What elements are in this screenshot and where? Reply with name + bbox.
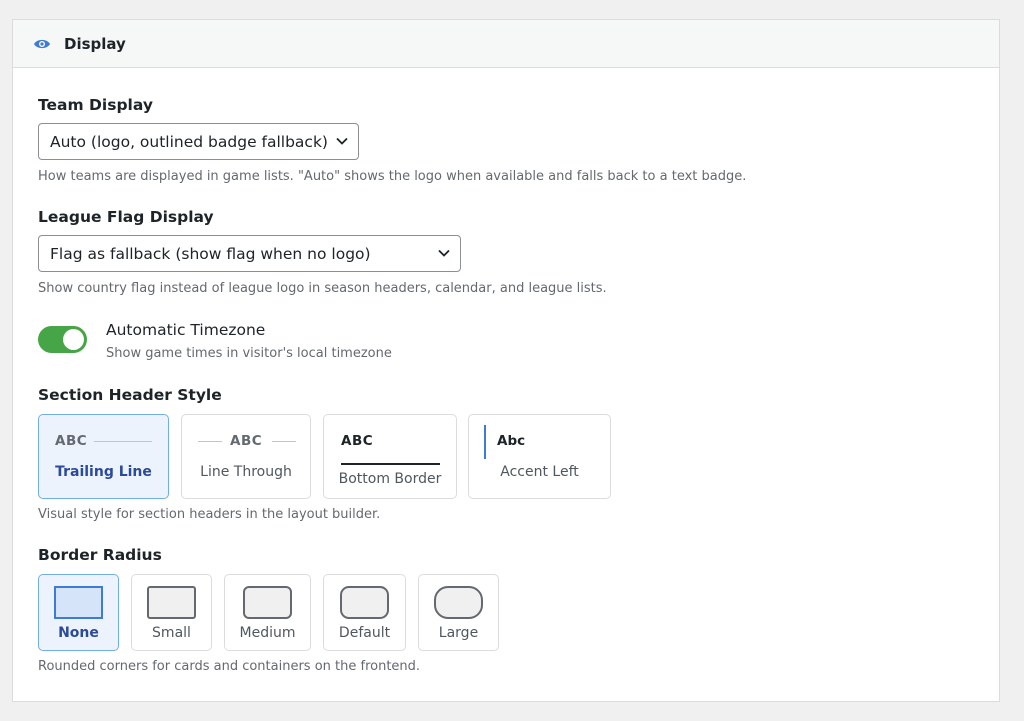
radius-option-medium[interactable]: Medium bbox=[224, 574, 311, 651]
line-through-right bbox=[272, 441, 296, 442]
style-sample: ABC bbox=[230, 433, 263, 449]
header-style-line-through[interactable]: ABC Line Through bbox=[181, 414, 311, 499]
radius-preview bbox=[147, 586, 196, 619]
chevron-down-icon bbox=[438, 249, 450, 257]
option-label: Trailing Line bbox=[55, 464, 152, 480]
header-style-help: Visual style for section headers in the … bbox=[38, 507, 381, 522]
radius-preview bbox=[243, 586, 292, 619]
team-display-select[interactable]: Auto (logo, outlined badge fallback) bbox=[38, 123, 359, 160]
bottom-border-sample bbox=[341, 463, 440, 465]
display-panel: Display Team Display Auto (logo, outline… bbox=[12, 19, 1000, 702]
timezone-desc: Show game times in visitor's local timez… bbox=[106, 346, 392, 361]
radius-option-none[interactable]: None bbox=[38, 574, 119, 651]
option-label: Medium bbox=[239, 625, 296, 641]
option-label: Default bbox=[338, 625, 391, 641]
trailing-line-sample bbox=[94, 441, 152, 442]
border-radius-help: Rounded corners for cards and containers… bbox=[38, 659, 421, 674]
line-through-left bbox=[198, 441, 222, 442]
header-style-bottom-border[interactable]: ABC Bottom Border bbox=[323, 414, 457, 499]
style-sample: ABC bbox=[341, 433, 374, 449]
chevron-down-icon bbox=[336, 137, 348, 145]
option-label: None bbox=[58, 625, 99, 641]
radius-option-small[interactable]: Small bbox=[131, 574, 212, 651]
panel-header: Display bbox=[13, 20, 999, 68]
team-display-label: Team Display bbox=[38, 96, 153, 114]
automatic-timezone-toggle[interactable] bbox=[38, 326, 87, 353]
league-flag-label: League Flag Display bbox=[38, 208, 214, 226]
option-label: Accent Left bbox=[500, 464, 579, 480]
option-label: Large bbox=[438, 625, 479, 641]
radius-preview bbox=[434, 586, 483, 619]
team-display-help: How teams are displayed in game lists. "… bbox=[38, 169, 747, 184]
league-flag-select[interactable]: Flag as fallback (show flag when no logo… bbox=[38, 235, 461, 272]
panel-title: Display bbox=[64, 34, 126, 53]
option-label: Line Through bbox=[200, 464, 292, 480]
accent-left-bar bbox=[484, 425, 486, 459]
eye-icon bbox=[34, 39, 50, 48]
header-style-accent-left[interactable]: Abc Accent Left bbox=[468, 414, 611, 499]
radius-preview bbox=[54, 586, 103, 619]
radius-option-default[interactable]: Default bbox=[323, 574, 406, 651]
timezone-title: Automatic Timezone bbox=[106, 321, 266, 339]
team-display-value: Auto (logo, outlined badge fallback) bbox=[50, 132, 328, 151]
header-style-label: Section Header Style bbox=[38, 386, 222, 404]
header-style-trailing-line[interactable]: ABC Trailing Line bbox=[38, 414, 169, 499]
option-label: Bottom Border bbox=[338, 471, 442, 487]
league-flag-help: Show country flag instead of league logo… bbox=[38, 281, 607, 296]
style-sample: Abc bbox=[497, 433, 526, 449]
radius-preview bbox=[340, 586, 389, 619]
style-sample: ABC bbox=[55, 433, 88, 449]
border-radius-label: Border Radius bbox=[38, 546, 162, 564]
option-label: Small bbox=[152, 625, 191, 641]
radius-option-large[interactable]: Large bbox=[418, 574, 499, 651]
toggle-knob bbox=[63, 329, 84, 350]
league-flag-value: Flag as fallback (show flag when no logo… bbox=[50, 244, 371, 263]
